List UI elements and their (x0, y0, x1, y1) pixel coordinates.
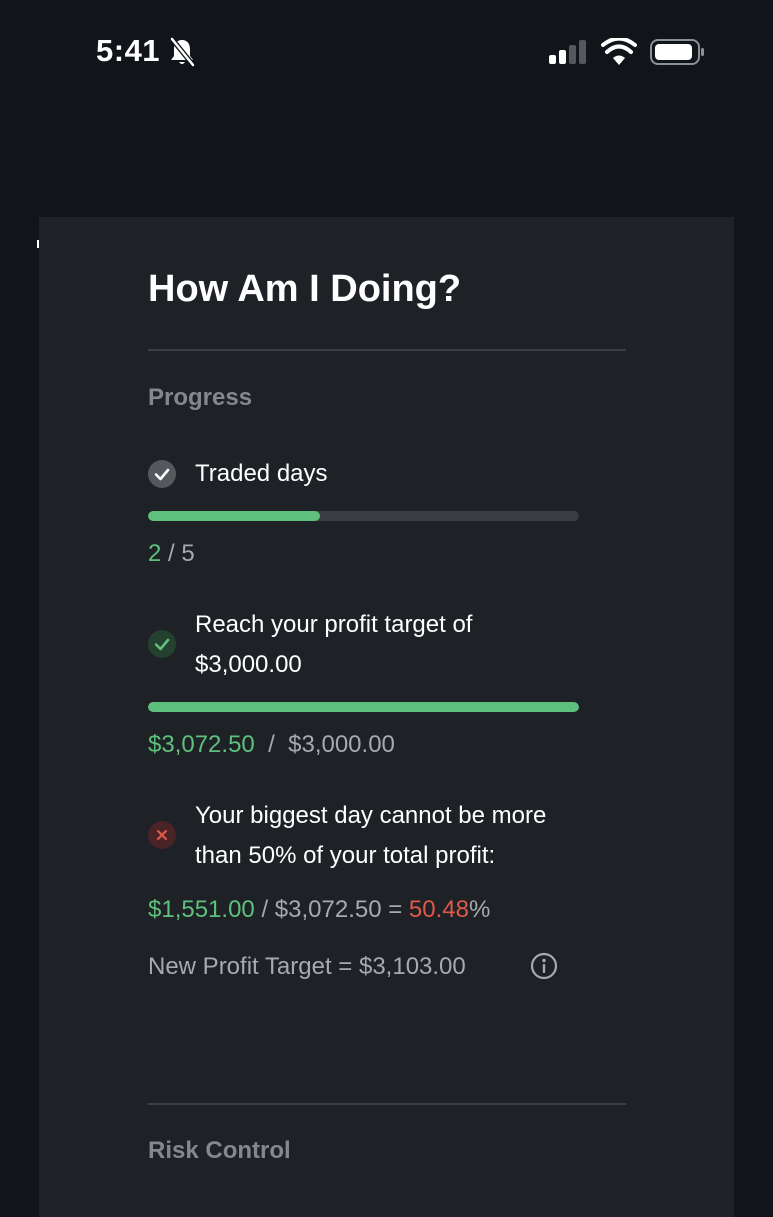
app-header (0, 105, 773, 308)
section-divider (148, 1103, 626, 1105)
consistency-label-line1: Your biggest day cannot be more (195, 802, 547, 829)
page-title: How Am I Doing? (148, 268, 462, 310)
traded-days-value: 2 / 5 (148, 540, 195, 568)
battery-icon (650, 39, 704, 65)
traded-days-current: 2 (148, 540, 162, 567)
progress-section-title: Progress (148, 384, 253, 411)
bell-muted-icon (170, 37, 195, 67)
consistency-label-line2: than 50% of your total profit: (195, 842, 496, 869)
status-time: 5:41 (96, 33, 161, 68)
profit-target-label: Reach your profit target of $3,000.00 (195, 605, 472, 685)
check-icon (148, 460, 176, 488)
traded-days-target: 5 (181, 540, 195, 567)
profit-target-progress-bar (148, 702, 579, 712)
traded-days-separator: / (161, 540, 182, 567)
info-icon[interactable] (530, 952, 558, 980)
title-divider (148, 349, 626, 351)
traded-days-label: Traded days (195, 460, 328, 487)
biggest-day-value: $1,551.00 (148, 896, 255, 923)
profit-separator: / (254, 731, 289, 758)
status-bar: 5:41 (0, 0, 773, 105)
traded-days-progress-fill (148, 511, 321, 521)
formula-middle: / $3,072.50 = (254, 896, 409, 923)
percent-value: 50.48 (408, 896, 469, 923)
consistency-label: Your biggest day cannot be more than 50%… (195, 796, 546, 876)
check-icon (148, 630, 176, 658)
profit-target-value: $3,072.50 / $3,000.00 (148, 731, 395, 759)
profit-current: $3,072.50 (148, 731, 255, 758)
profit-target-progress-fill (148, 702, 579, 712)
profit-target-label-line1: Reach your profit target of (195, 611, 473, 638)
risk-control-section-title: Risk Control (148, 1137, 291, 1164)
traded-days-progress-bar (148, 511, 579, 521)
signal-icon (549, 40, 586, 64)
consistency-formula: $1,551.00 / $3,072.50 = 50.48% (148, 896, 490, 924)
x-icon (148, 821, 176, 849)
profit-target: $3,000.00 (288, 731, 395, 758)
profit-target-label-line2: $3,000.00 (195, 651, 302, 678)
wifi-icon (601, 38, 637, 65)
percent-sign: % (468, 896, 491, 923)
status-card (39, 217, 734, 1217)
new-profit-target: New Profit Target = $3,103.00 (148, 953, 466, 980)
